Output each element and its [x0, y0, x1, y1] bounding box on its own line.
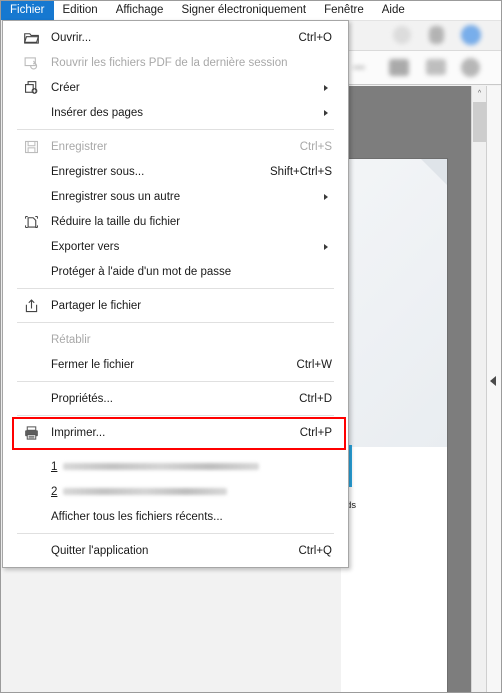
seminar-details-right: Time : 1:30 pm to 5:00 pm Number of atte… [341, 644, 400, 692]
more-tools-icon-blurred[interactable] [461, 58, 480, 77]
recent-file-path-redacted [63, 488, 228, 495]
menu-item-shortcut: Ctrl+Q [298, 544, 332, 557]
app-chrome-right: ization Business s is essential to the T… [341, 20, 501, 692]
reduce-size-icon [23, 213, 40, 230]
menu-separator [17, 129, 334, 130]
comment-icon-blurred[interactable] [426, 59, 446, 75]
menu-item-label: Partager le fichier [51, 299, 142, 312]
submenu-arrow-icon [324, 84, 328, 91]
menu-item-label: Protéger à l'aide d'un mot de passe [51, 265, 232, 278]
menu-item-reduire-taille[interactable]: Réduire la taille du fichier [3, 209, 348, 234]
menu-item-shortcut: Ctrl+O [298, 31, 332, 44]
menu-affichage[interactable]: Affichage [107, 1, 173, 20]
menu-item-enregistrer-sous[interactable]: Enregistrer sous... Shift+Ctrl+S [3, 159, 348, 184]
hero-graphic [341, 159, 447, 447]
menu-item-recent-file-1[interactable]: 1 [3, 454, 348, 479]
seminar-row: Cost : 300 USD [341, 671, 400, 683]
menu-edition[interactable]: Edition [54, 1, 107, 20]
seminar-row: Number of attendees : 40 [341, 658, 400, 670]
menu-item-shortcut: Shift+Ctrl+S [270, 165, 332, 178]
menu-bar[interactable]: Fichier Edition Affichage Signer électro… [1, 1, 501, 21]
menu-item-creer[interactable]: Créer [3, 75, 348, 100]
menu-item-enregistrer: Enregistrer Ctrl+S [3, 134, 348, 159]
menu-fichier[interactable]: Fichier [1, 1, 54, 20]
collapse-panel-triangle-icon[interactable] [490, 376, 496, 386]
menu-separator [17, 381, 334, 382]
menu-item-partager-le-fichier[interactable]: Partager le fichier [3, 293, 348, 318]
menu-item-proprietes[interactable]: Propriétés... Ctrl+D [3, 386, 348, 411]
save-icon [23, 138, 40, 155]
menu-item-label: Rétablir [51, 333, 91, 346]
vertical-scrollbar[interactable]: ^ [471, 86, 487, 692]
menu-item-fermer-le-fichier[interactable]: Fermer le fichier Ctrl+W [3, 352, 348, 377]
page-fold-corner [421, 159, 447, 185]
menu-item-label: Réduire la taille du fichier [51, 215, 181, 228]
menu-separator [17, 415, 334, 416]
menu-item-exporter-vers[interactable]: Exporter vers [3, 234, 348, 259]
menu-separator [17, 288, 334, 289]
seminar-row: Time : 1:30 pm to 5:00 pm [341, 644, 400, 656]
menu-item-label: Afficher tous les fichiers récents... [51, 510, 223, 523]
sign-tool-icon-blurred[interactable] [389, 59, 409, 76]
menu-item-label: Insérer des pages [51, 106, 144, 119]
submenu-arrow-icon [324, 109, 328, 116]
folder-open-icon [23, 29, 40, 46]
menu-separator [17, 533, 334, 534]
scroll-up-arrow-icon[interactable]: ^ [472, 86, 487, 101]
toolbar-secondary[interactable] [341, 51, 501, 85]
signin-icon-blurred[interactable] [461, 25, 481, 45]
seminar-row: Venue : Mages Head Office 15F Seminar Ro… [341, 685, 400, 693]
menu-signer-electroniquement[interactable]: Signer électroniquement [172, 1, 315, 20]
menu-item-ouvrir[interactable]: Ouvrir... Ctrl+O [3, 25, 348, 50]
menu-item-rouvrir-session: Rouvrir les fichiers PDF de la dernière … [3, 50, 348, 75]
menu-item-enregistrer-sous-un-autre[interactable]: Enregistrer sous un autre [3, 184, 348, 209]
right-rail-panel[interactable] [486, 86, 501, 692]
menu-item-recent-file-2[interactable]: 2 [3, 479, 348, 504]
scrollbar-thumb[interactable] [473, 102, 486, 142]
recent-file-number: 2 [51, 485, 58, 498]
menu-item-shortcut: Ctrl+S [299, 140, 332, 153]
recent-file-number: 1 [51, 460, 58, 473]
menu-aide[interactable]: Aide [373, 1, 414, 20]
menu-item-afficher-fichiers-recents[interactable]: Afficher tous les fichiers récents... [3, 504, 348, 529]
submenu-arrow-icon [324, 193, 328, 200]
document-bullets: boratories, ments, managers; etc. [341, 583, 356, 595]
menu-separator [17, 322, 334, 323]
menu-separator [17, 449, 334, 450]
menu-item-label: Fermer le fichier [51, 358, 135, 371]
menu-item-label: Propriétés... [51, 392, 113, 405]
menu-item-label: Imprimer... [51, 426, 106, 439]
share-icon [23, 297, 40, 314]
menu-item-shortcut: Ctrl+D [299, 392, 332, 405]
toolbar-primary[interactable] [341, 20, 501, 51]
menu-item-inserer-des-pages[interactable]: Insérer des pages [3, 100, 348, 125]
menu-item-label: Exporter vers [51, 240, 120, 253]
recent-file-path-redacted [63, 463, 260, 470]
menu-item-shortcut: Ctrl+W [296, 358, 332, 371]
file-menu-dropdown[interactable]: Ouvrir... Ctrl+O Rouvrir les fichiers PD… [2, 20, 349, 568]
menu-item-label: Ouvrir... [51, 31, 92, 44]
menu-item-retablir: Rétablir [3, 327, 348, 352]
menu-item-label: Créer [51, 81, 80, 94]
menu-item-quitter-application[interactable]: Quitter l'application Ctrl+Q [3, 538, 348, 563]
reopen-session-icon [23, 54, 40, 71]
account-icon-blurred[interactable] [429, 26, 444, 44]
menu-item-label: Enregistrer sous... [51, 165, 145, 178]
pdf-page: ization Business s is essential to the T… [341, 158, 448, 692]
menu-item-label: Quitter l'application [51, 544, 149, 557]
help-icon-blurred[interactable] [393, 26, 411, 44]
menu-item-label: Rouvrir les fichiers PDF de la dernière … [51, 56, 288, 69]
menu-fenetre[interactable]: Fenêtre [315, 1, 373, 20]
menu-item-shortcut: Ctrl+P [299, 426, 332, 439]
menu-item-proteger-mot-de-passe[interactable]: Protéger à l'aide d'un mot de passe [3, 259, 348, 284]
menu-item-imprimer[interactable]: Imprimer... Ctrl+P [3, 420, 348, 445]
minus-icon-blurred[interactable] [353, 66, 365, 69]
printer-icon [23, 424, 40, 441]
application-window: ization Business s is essential to the T… [0, 0, 502, 693]
menu-item-label: Enregistrer [51, 140, 108, 153]
create-pdf-icon [23, 79, 40, 96]
menu-item-label: Enregistrer sous un autre [51, 190, 181, 203]
submenu-arrow-icon [324, 243, 328, 250]
